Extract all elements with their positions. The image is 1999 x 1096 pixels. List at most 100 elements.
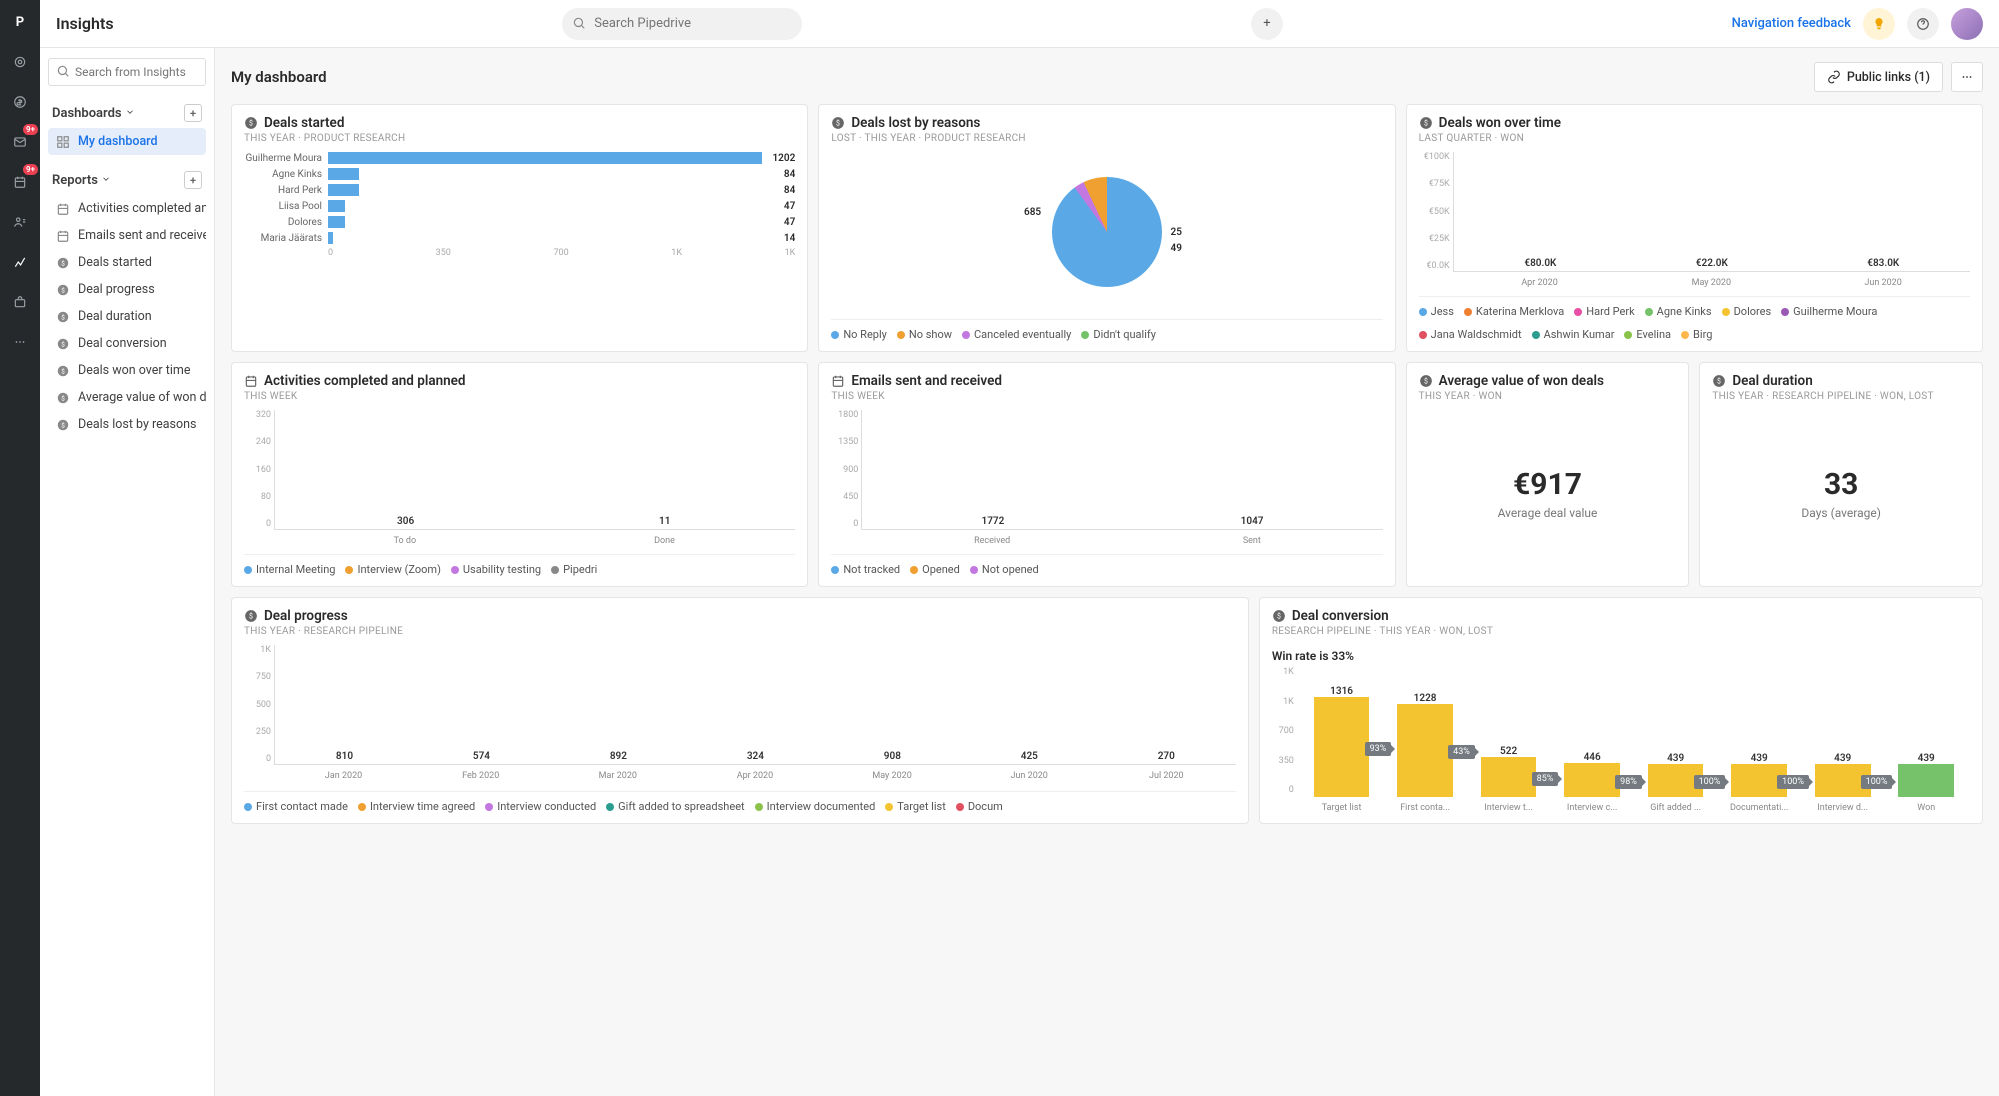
card-deals-lost[interactable]: $Deals lost by reasons LOST · THIS YEAR … xyxy=(818,104,1395,352)
svg-text:$: $ xyxy=(1424,377,1428,385)
sidebar-item-label: Deal duration xyxy=(78,309,152,324)
legend-item: No Reply xyxy=(831,328,887,341)
funnel-column: 439100% xyxy=(1636,753,1716,797)
bar-label: Agne Kinks xyxy=(244,169,322,180)
global-search-input[interactable] xyxy=(562,8,802,40)
rail-activities-icon[interactable]: 9+ xyxy=(6,168,34,196)
sidebar-item-label: Activities completed and … xyxy=(78,201,206,216)
rail-contacts-icon[interactable] xyxy=(6,208,34,236)
chevron-down-icon xyxy=(101,174,111,184)
kpi-value: €917 xyxy=(1513,467,1582,502)
currency-icon: $ xyxy=(56,418,70,432)
nav-rail: P 9+ 9+ xyxy=(0,0,40,1096)
legend-item: Docum xyxy=(956,800,1003,813)
search-icon xyxy=(56,64,70,82)
bar-column: 270 xyxy=(1101,751,1232,764)
sidebar-item-report[interactable]: Activities completed and … xyxy=(48,195,206,222)
page-section-title: Insights xyxy=(56,14,114,33)
legend-item: Interview (Zoom) xyxy=(345,563,440,576)
sidebar-item-label: Emails sent and received xyxy=(78,228,206,243)
sidebar-item-report[interactable]: $Average value of won deals xyxy=(48,384,206,411)
legend-item: Agne Kinks xyxy=(1645,305,1712,318)
rail-focus-icon[interactable] xyxy=(6,48,34,76)
currency-icon: $ xyxy=(56,364,70,378)
legend-item: Ashwin Kumar xyxy=(1532,328,1615,341)
legend-item: First contact made xyxy=(244,800,348,813)
bar-column: 810 xyxy=(279,751,410,764)
svg-text:$: $ xyxy=(61,394,65,402)
currency-icon: $ xyxy=(831,116,845,130)
calendar-icon xyxy=(831,374,845,388)
card-activities[interactable]: Activities completed and planned THIS WE… xyxy=(231,362,808,587)
add-button[interactable]: + xyxy=(1251,8,1283,40)
sidebar-item-my-dashboard[interactable]: My dashboard xyxy=(48,128,206,155)
sidebar-dashboards-section[interactable]: Dashboards + xyxy=(48,98,206,128)
legend-item: Not opened xyxy=(970,563,1039,576)
legend-item: Canceled eventually xyxy=(962,328,1071,341)
dots-icon xyxy=(1960,70,1974,84)
sidebar-item-report[interactable]: Emails sent and received xyxy=(48,222,206,249)
bar-value: 14 xyxy=(784,233,795,244)
legend-item: Usability testing xyxy=(451,563,541,576)
rail-insights-icon[interactable] xyxy=(6,248,34,276)
svg-text:$: $ xyxy=(836,119,840,127)
legend-item: Opened xyxy=(910,563,960,576)
nav-feedback-link[interactable]: Navigation feedback xyxy=(1732,16,1851,31)
currency-icon: $ xyxy=(244,116,258,130)
page-title: My dashboard xyxy=(231,68,327,86)
currency-icon: $ xyxy=(1712,374,1726,388)
svg-text:$: $ xyxy=(61,286,65,294)
legend-item: Evelina xyxy=(1624,328,1671,341)
bar-column: 11 xyxy=(538,516,791,529)
svg-text:$: $ xyxy=(1717,377,1721,385)
user-avatar[interactable] xyxy=(1951,8,1983,40)
add-report-button[interactable]: + xyxy=(184,171,202,189)
card-deal-conversion[interactable]: $Deal conversion RESEARCH PIPELINE · THI… xyxy=(1259,597,1983,824)
funnel-column: 122843% xyxy=(1385,693,1465,797)
card-deals-won-time[interactable]: $Deals won over time LAST QUARTER · WON … xyxy=(1406,104,1983,352)
add-dashboard-button[interactable]: + xyxy=(184,104,202,122)
dashboard-icon xyxy=(56,135,70,149)
sidebar-item-report[interactable]: $ Deals started xyxy=(48,249,206,276)
currency-icon: $ xyxy=(1419,116,1433,130)
funnel-column: 44698% xyxy=(1552,752,1632,797)
currency-icon: $ xyxy=(56,256,70,270)
help-icon[interactable] xyxy=(1907,8,1939,40)
more-actions-button[interactable] xyxy=(1951,62,1983,92)
rail-products-icon[interactable] xyxy=(6,288,34,316)
card-deals-started[interactable]: $Deals started THIS YEAR · PRODUCT RESEA… xyxy=(231,104,808,352)
legend-item: Birg xyxy=(1681,328,1712,341)
sidebar-item-label: Deals started xyxy=(78,255,152,270)
sidebar-reports-section[interactable]: Reports + xyxy=(48,165,206,195)
rail-logo[interactable]: P xyxy=(6,8,34,36)
currency-icon: $ xyxy=(56,337,70,351)
sidebar-search-input[interactable] xyxy=(48,58,206,86)
card-avg-value[interactable]: $Average value of won deals THIS YEAR · … xyxy=(1406,362,1690,587)
funnel-column: 439100% xyxy=(1803,753,1883,797)
rail-deals-icon[interactable] xyxy=(6,88,34,116)
card-deal-duration[interactable]: $Deal durationTHIS YEAR · RESEARCH PIPEL… xyxy=(1699,362,1983,587)
legend-item: Jess xyxy=(1419,305,1454,318)
sidebar-item-label: Deal progress xyxy=(78,282,155,297)
legend-item: Target list xyxy=(885,800,946,813)
bar-column: 306 xyxy=(279,516,532,529)
public-links-button[interactable]: Public links (1) xyxy=(1814,62,1943,92)
sidebar-item-report[interactable]: $Deals lost by reasons xyxy=(48,411,206,438)
svg-text:$: $ xyxy=(1277,612,1281,620)
rail-mail-icon[interactable]: 9+ xyxy=(6,128,34,156)
tips-icon[interactable] xyxy=(1863,8,1895,40)
bar-column: 425 xyxy=(964,751,1095,764)
bar-label: Maria Jäärats xyxy=(244,233,322,244)
sidebar-item-report[interactable]: $Deal conversion xyxy=(48,330,206,357)
currency-icon: $ xyxy=(1272,609,1286,623)
sidebar-item-label: My dashboard xyxy=(78,134,158,149)
sidebar-item-report[interactable]: $Deal duration xyxy=(48,303,206,330)
rail-more-icon[interactable] xyxy=(6,328,34,356)
calendar-icon xyxy=(244,374,258,388)
card-emails[interactable]: Emails sent and received THIS WEEK 18001… xyxy=(818,362,1395,587)
card-deal-progress[interactable]: $Deal progress THIS YEAR · RESEARCH PIPE… xyxy=(231,597,1249,824)
sidebar-item-report[interactable]: $Deals won over time xyxy=(48,357,206,384)
legend-item: Hard Perk xyxy=(1574,305,1634,318)
sidebar-item-report[interactable]: $ Deal progress xyxy=(48,276,206,303)
bar-column: 324 xyxy=(690,751,821,764)
